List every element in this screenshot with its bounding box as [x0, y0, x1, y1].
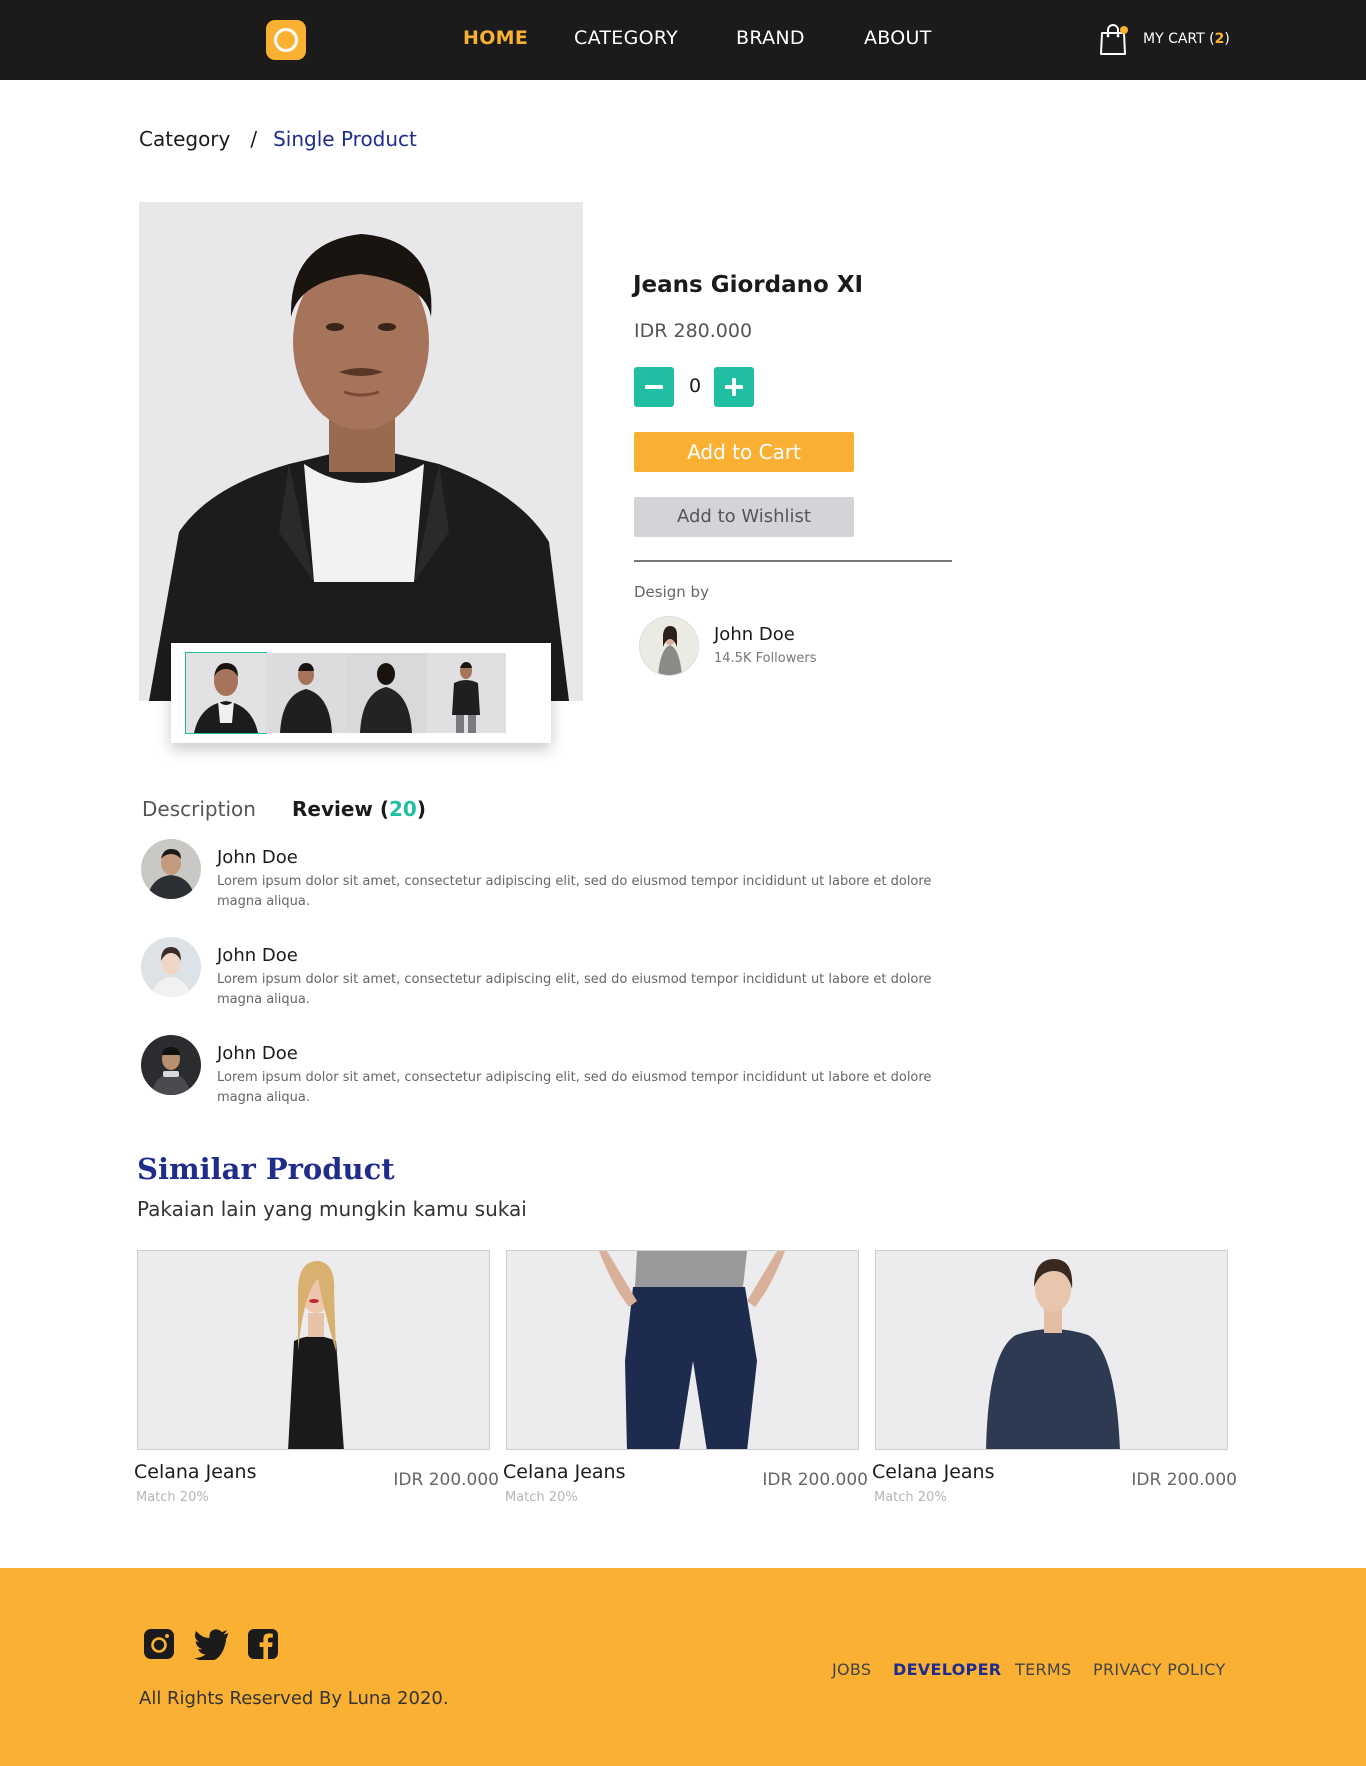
copyright-text: All Rights Reserved By Luna 2020.: [139, 1688, 449, 1709]
product-card-name[interactable]: Celana Jeans: [134, 1461, 256, 1483]
breadcrumb-separator: /: [250, 127, 258, 151]
twitter-icon[interactable]: [194, 1628, 230, 1660]
tab-review[interactable]: Review (20): [292, 797, 426, 821]
designer-avatar-image: [640, 617, 698, 675]
reviewer-name: John Doe: [217, 847, 298, 868]
instagram-icon[interactable]: [143, 1628, 175, 1660]
breadcrumb: Category / Single Product: [139, 127, 417, 151]
product-photo-denim-blouse: [876, 1251, 1227, 1449]
product-divider: [634, 560, 952, 562]
cart-label-text: MY CART (: [1143, 31, 1215, 47]
add-to-cart-button[interactable]: Add to Cart: [634, 432, 854, 472]
product-card-name[interactable]: Celana Jeans: [503, 1461, 625, 1483]
similar-product-title: Similar Product: [137, 1152, 395, 1186]
thumbnail-back-image: [346, 653, 426, 733]
reviewer-avatar-image: [141, 937, 201, 997]
designer-name[interactable]: John Doe: [714, 624, 795, 645]
plus-icon-vertical: [732, 378, 736, 396]
review-text: Lorem ipsum dolor sit amet, consectetur …: [217, 1070, 932, 1105]
tab-review-close: ): [416, 797, 426, 821]
review-item: John Doe Lorem ipsum dolor sit amet, con…: [141, 839, 941, 909]
cart-label-close: ): [1224, 31, 1230, 47]
quantity-value: 0: [688, 375, 702, 397]
reviewer-avatar-image: [141, 1035, 201, 1095]
ring-logo-icon[interactable]: [266, 20, 306, 60]
breadcrumb-current: Single Product: [273, 127, 417, 151]
add-to-wishlist-button[interactable]: Add to Wishlist: [634, 497, 854, 537]
product-card[interactable]: Celana Jeans Match 20% IDR 200.000: [872, 1250, 1237, 1510]
reviewer-avatar[interactable]: [141, 937, 201, 997]
product-main-photo: [139, 202, 583, 701]
product-card-match: Match 20%: [505, 1490, 578, 1505]
cart-label: MY CART (2): [1143, 31, 1230, 47]
product-photo-navy-trousers: [507, 1251, 858, 1449]
product-card-image[interactable]: [506, 1250, 859, 1450]
breadcrumb-category-link[interactable]: Category: [139, 127, 230, 151]
product-card[interactable]: Celana Jeans Match 20% IDR 200.000: [503, 1250, 868, 1510]
product-card-price: IDR 200.000: [762, 1470, 868, 1490]
similar-product-subtitle: Pakaian lain yang mungkin kamu sukai: [137, 1197, 527, 1221]
facebook-icon[interactable]: [247, 1628, 279, 1660]
reviewer-name: John Doe: [217, 945, 298, 966]
reviewer-avatar-image: [141, 839, 201, 899]
reviewer-avatar[interactable]: [141, 839, 201, 899]
footer-link-privacy-policy[interactable]: PRIVACY POLICY: [1093, 1660, 1226, 1679]
tab-review-label: Review (: [292, 797, 390, 821]
product-card-name[interactable]: Celana Jeans: [872, 1461, 994, 1483]
product-card-image[interactable]: [875, 1250, 1228, 1450]
cart-count-badge: 2: [1214, 31, 1225, 47]
nav-home[interactable]: HOME: [463, 27, 528, 49]
product-card-match: Match 20%: [874, 1490, 947, 1505]
nav-brand[interactable]: BRAND: [736, 27, 805, 49]
designer-followers: 14.5K Followers: [714, 651, 817, 666]
thumbnail-front-2-image: [266, 653, 346, 733]
review-text: Lorem ipsum dolor sit amet, consectetur …: [217, 874, 932, 909]
footer-link-jobs[interactable]: JOBS: [832, 1660, 871, 1679]
review-text: Lorem ipsum dolor sit amet, consectetur …: [217, 972, 932, 1007]
product-title: Jeans Giordano XI: [633, 272, 864, 298]
footer: All Rights Reserved By Luna 2020. JOBS D…: [0, 1568, 1366, 1766]
product-card-price: IDR 200.000: [1131, 1470, 1237, 1490]
thumbnail-front-image: [186, 653, 266, 733]
shopping-bag-icon: [1100, 24, 1128, 55]
review-item: John Doe Lorem ipsum dolor sit amet, con…: [141, 937, 941, 1007]
nav-category[interactable]: CATEGORY: [574, 27, 678, 49]
product-card-image[interactable]: [137, 1250, 490, 1450]
thumbnail-front[interactable]: [185, 652, 267, 734]
reviewer-name: John Doe: [217, 1043, 298, 1064]
product-thumbnail-strip: [171, 643, 551, 743]
nav-about[interactable]: ABOUT: [864, 27, 932, 49]
design-by-label: Design by: [634, 583, 709, 601]
tab-description[interactable]: Description: [142, 797, 256, 821]
product-card[interactable]: Celana Jeans Match 20% IDR 200.000: [134, 1250, 499, 1510]
top-navigation-bar: HOME CATEGORY BRAND ABOUT MY CART (2): [0, 0, 1366, 80]
footer-link-developer[interactable]: DEVELOPER: [893, 1660, 1001, 1679]
quantity-increase-button[interactable]: [714, 367, 754, 407]
product-price: IDR 280.000: [634, 320, 753, 342]
thumbnail-back[interactable]: [346, 653, 426, 733]
thumbnail-front-2[interactable]: [266, 653, 346, 733]
thumbnail-full-image: [426, 653, 506, 733]
quantity-decrease-button[interactable]: [634, 367, 674, 407]
product-photo-black-dress: [138, 1251, 489, 1449]
minus-icon: [645, 385, 663, 389]
thumbnail-full[interactable]: [426, 653, 506, 733]
designer-avatar[interactable]: [639, 616, 699, 676]
product-card-match: Match 20%: [136, 1490, 209, 1505]
footer-link-terms[interactable]: TERMS: [1015, 1660, 1071, 1679]
review-count: 20: [389, 797, 417, 821]
product-card-price: IDR 200.000: [393, 1470, 499, 1490]
review-item: John Doe Lorem ipsum dolor sit amet, con…: [141, 1035, 941, 1105]
model-photo-illustration: [139, 202, 583, 701]
reviewer-avatar[interactable]: [141, 1035, 201, 1095]
